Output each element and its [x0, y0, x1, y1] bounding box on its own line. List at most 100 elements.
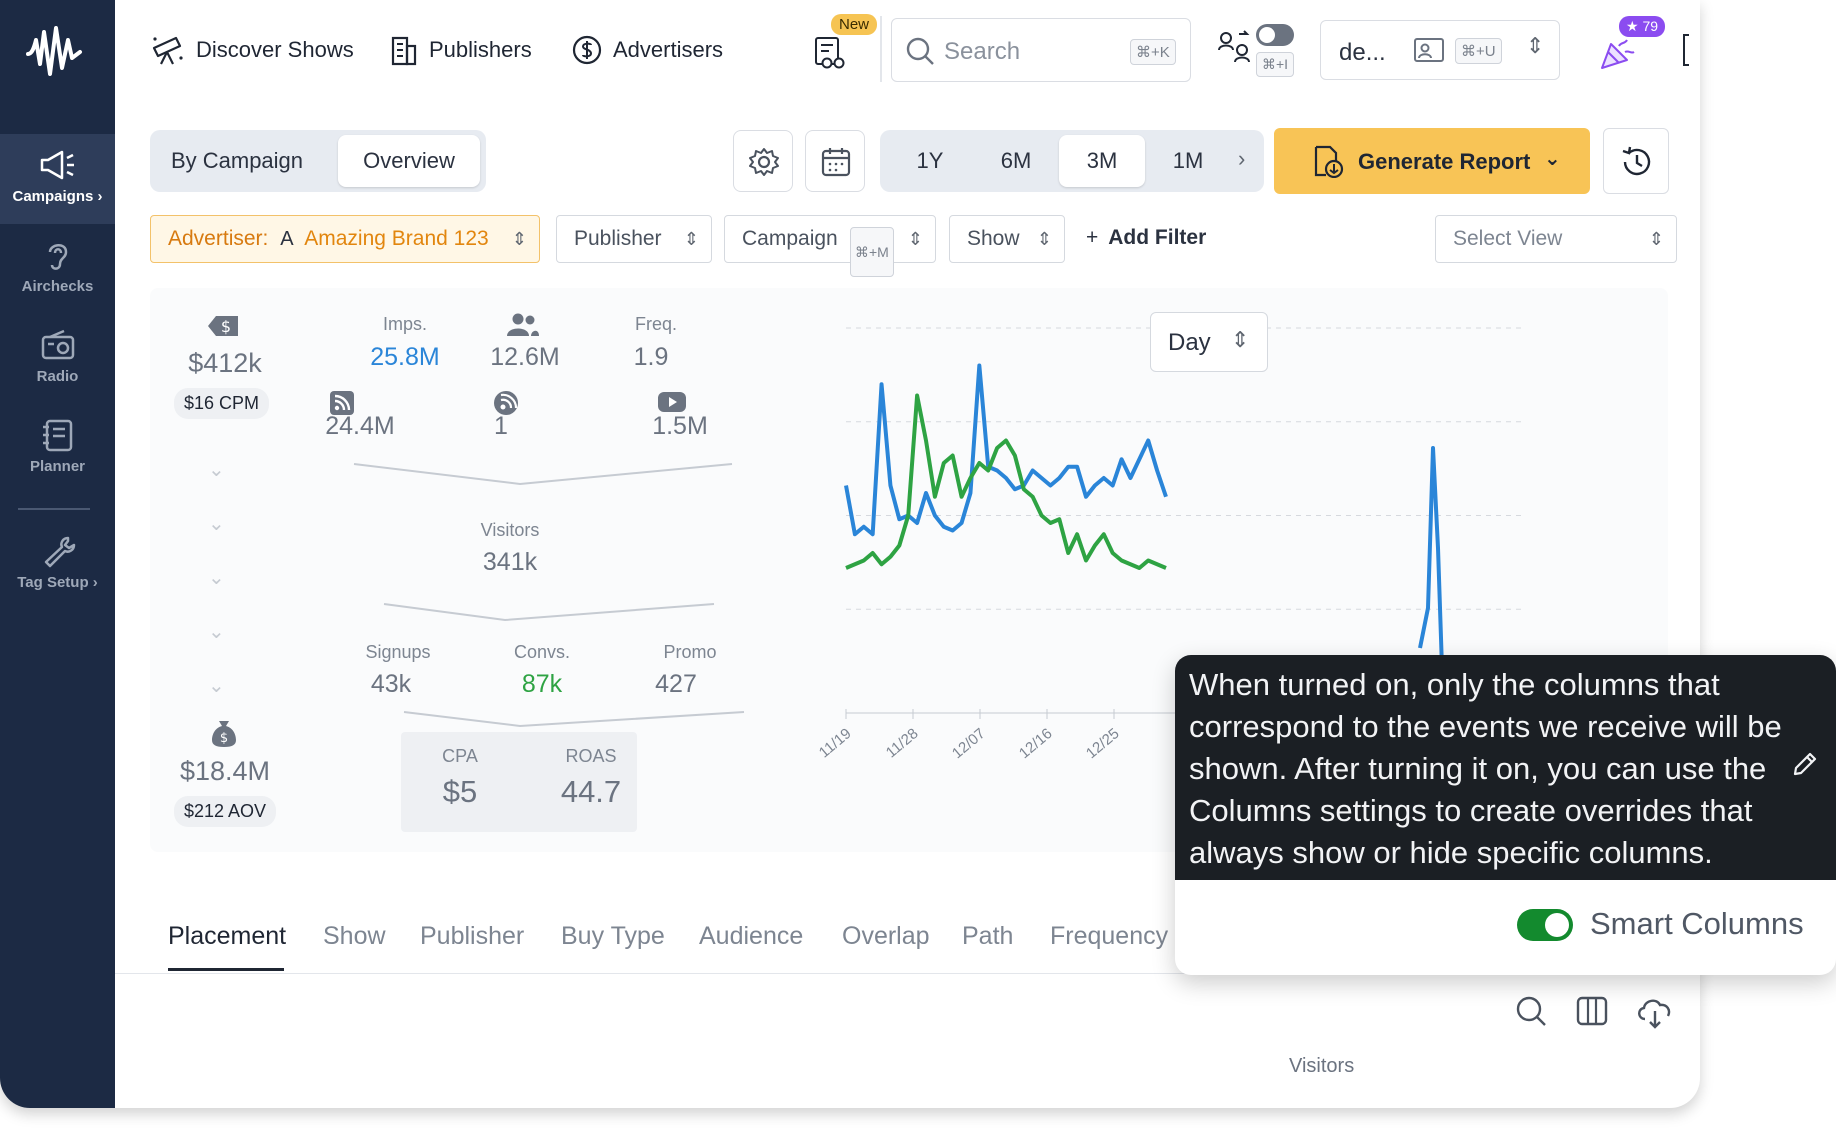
freq-label: Freq. — [634, 314, 677, 334]
sidebar-item-label: Planner — [29, 458, 86, 475]
tab-path[interactable]: Path — [962, 922, 1013, 951]
calendar-icon — [821, 148, 851, 177]
range-3m[interactable]: 3M — [1059, 135, 1145, 187]
signups-value: 43k — [370, 670, 412, 698]
celebrate-count-badge: ★ 79 — [1619, 16, 1666, 37]
sidebar-item-campaigns[interactable]: Campaigns › — [0, 134, 115, 224]
clipped-icon — [1683, 34, 1689, 66]
smart-columns-label: Smart Columns — [1590, 906, 1804, 941]
account-selector[interactable]: de... ⌘+U ⇕ — [1320, 20, 1560, 80]
advertiser-initial: A — [280, 228, 294, 250]
sidebar-item-label: Airchecks — [21, 278, 94, 295]
show-filter[interactable]: Show ⇕ — [949, 215, 1065, 263]
party-popper-icon[interactable] — [1599, 36, 1635, 70]
spend-value: $412k — [188, 348, 262, 378]
efficiency-box: CPA $5 ROAS 44.7 — [401, 732, 637, 832]
generate-report-button[interactable]: Generate Report ⌄ — [1274, 128, 1590, 194]
report-download-icon — [1314, 145, 1344, 178]
imps-value: 25.8M — [370, 343, 440, 371]
streaming-value: 1 — [494, 412, 508, 440]
interval-dropdown[interactable]: Day ⇕ — [1150, 312, 1268, 372]
view-switcher: By Campaign Overview — [150, 130, 486, 192]
account-name: de... — [1339, 39, 1386, 66]
top-bar: Discover Shows Publishers Advertisers Ne… — [115, 0, 1700, 100]
tab-frequency[interactable]: Frequency — [1050, 922, 1168, 951]
campaign-filter[interactable]: Campaign ⌘+M ⇕ — [724, 215, 936, 277]
topbar-divider — [880, 16, 882, 82]
search-icon — [906, 37, 934, 65]
range-1y[interactable]: 1Y — [887, 135, 973, 187]
tooltip-text: When turned on, only the columns that co… — [1189, 667, 1782, 870]
select-view-dropdown[interactable]: Select View ⇕ — [1435, 215, 1677, 263]
nav-publishers[interactable]: Publishers — [387, 34, 532, 66]
settings-button[interactable] — [733, 130, 793, 192]
tab-show[interactable]: Show — [323, 922, 386, 951]
chevron-right-icon[interactable]: › — [1238, 146, 1245, 172]
search-shortcut: ⌘+K — [1130, 39, 1176, 65]
pencil-icon[interactable] — [1791, 750, 1819, 778]
date-picker-button[interactable] — [805, 130, 865, 192]
dollar-circle-icon — [572, 35, 602, 65]
generate-report-label: Generate Report — [1358, 149, 1531, 174]
tab-overlap[interactable]: Overlap — [842, 922, 930, 951]
search-placeholder: Search — [944, 38, 1021, 65]
chevron-updown-icon: ⇕ — [1526, 33, 1545, 58]
binoculars-list-icon[interactable] — [813, 36, 847, 70]
compare-users-icon[interactable] — [1217, 30, 1251, 66]
funnel-chevrons: ⌄ ⌄ ⌄ ⌄ ⌄ — [208, 459, 225, 697]
nav-discover-shows[interactable]: Discover Shows — [150, 34, 354, 66]
visitors-label: Visitors — [480, 520, 540, 540]
sidebar-item-label: Campaigns › — [12, 188, 103, 205]
smart-columns-tooltip: When turned on, only the columns that co… — [1175, 655, 1836, 880]
chevron-updown-icon: ⇕ — [907, 229, 923, 249]
visitors-value: 341k — [482, 548, 538, 576]
tab-by-campaign[interactable]: By Campaign — [156, 135, 318, 187]
sidebar-item-radio[interactable]: Radio — [0, 314, 115, 404]
nav-advertisers[interactable]: Advertisers — [571, 34, 723, 66]
freq-value: 1.9 — [633, 343, 669, 371]
history-button[interactable] — [1603, 128, 1669, 194]
promo-value: 427 — [655, 670, 697, 698]
table-header-visitors: Visitors — [1289, 1055, 1355, 1077]
aov-badge: $212 AOV — [174, 796, 277, 827]
search-icon[interactable] — [1515, 995, 1547, 1027]
range-6m[interactable]: 6M — [973, 135, 1059, 187]
search-input[interactable]: Search ⌘+K — [891, 18, 1191, 82]
reach-value: 12.6M — [490, 343, 560, 371]
publisher-filter[interactable]: Publisher ⇕ — [556, 215, 712, 263]
svg-text:$: $ — [221, 317, 231, 336]
range-1m[interactable]: 1M — [1145, 135, 1231, 187]
cloud-download-icon[interactable] — [1635, 995, 1673, 1029]
tab-overview[interactable]: Overview — [338, 135, 480, 187]
ear-icon — [48, 244, 67, 270]
sidebar-item-airchecks[interactable]: Airchecks — [0, 224, 115, 314]
mode-toggle[interactable] — [1256, 24, 1294, 46]
x-tick-label: 12/25 — [1083, 725, 1123, 762]
tab-buy-type[interactable]: Buy Type — [561, 922, 665, 951]
plus-icon: + — [1086, 226, 1099, 249]
tab-audience[interactable]: Audience — [699, 922, 803, 951]
chevron-updown-icon: ⇕ — [683, 229, 699, 249]
funnel-divider — [383, 603, 715, 622]
chevron-updown-icon: ⇕ — [1648, 229, 1664, 249]
smart-columns-toggle[interactable] — [1517, 909, 1573, 941]
add-filter-button[interactable]: + Add Filter — [1086, 226, 1206, 250]
tab-placement[interactable]: Placement — [168, 922, 286, 951]
campaign-shortcut: ⌘+M — [850, 227, 894, 277]
roas-label: ROAS — [565, 746, 617, 766]
advertiser-filter[interactable]: Advertiser: A Amazing Brand 123 ⇕ — [150, 215, 540, 263]
sidebar-item-label: Radio — [36, 368, 79, 385]
promo-label: Promo — [663, 642, 717, 662]
sidebar-item-tag-setup[interactable]: Tag Setup › — [0, 520, 115, 610]
columns-icon[interactable] — [1576, 995, 1608, 1027]
x-tick-label: 12/07 — [949, 725, 989, 762]
sidebar-item-planner[interactable]: Planner — [0, 404, 115, 494]
interval-value: Day — [1168, 329, 1211, 356]
imps-label: Imps. — [382, 314, 427, 334]
app-logo-icon[interactable] — [22, 18, 88, 84]
chevron-updown-icon: ⇕ — [511, 229, 527, 249]
chevron-updown-icon: ⇕ — [1036, 229, 1052, 249]
tab-publisher[interactable]: Publisher — [420, 922, 524, 951]
convs-value: 87k — [521, 670, 563, 698]
advertiser-value: Amazing Brand 123 — [304, 227, 489, 250]
